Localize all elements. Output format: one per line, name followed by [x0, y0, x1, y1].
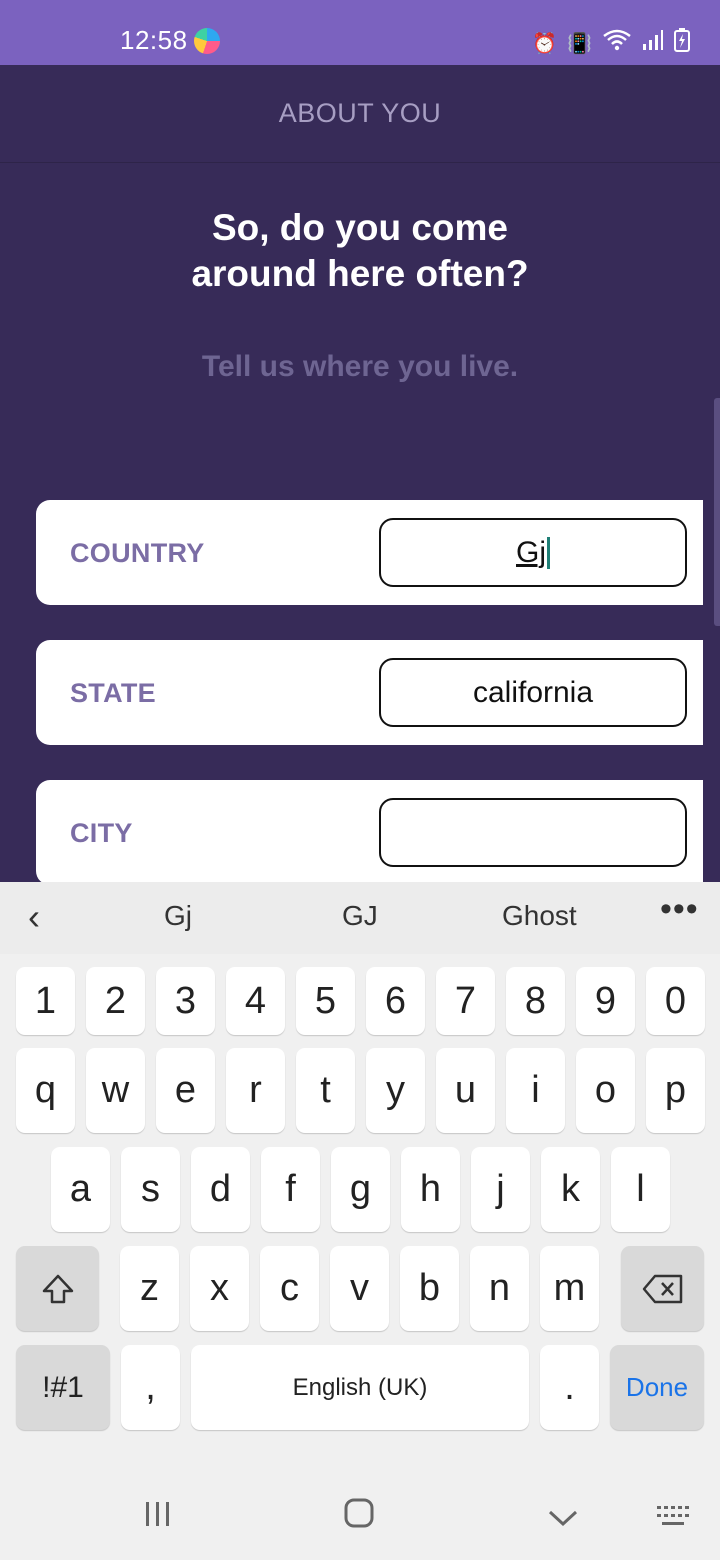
status-bar: 12:58 ⏰ 📳 [0, 0, 720, 65]
page-title: ABOUT YOU [278, 98, 442, 128]
letter-key-0[interactable]: a [51, 1147, 110, 1232]
letter-key-7[interactable]: k [541, 1147, 600, 1232]
signal-icon [642, 29, 664, 58]
number-key-7[interactable]: 8 [506, 967, 565, 1035]
state-input[interactable]: california [379, 658, 687, 727]
country-input[interactable]: Gj [379, 518, 687, 587]
letter-key-4[interactable]: g [331, 1147, 390, 1232]
city-label: CITY [70, 818, 133, 848]
letter-key-3[interactable]: v [330, 1246, 389, 1331]
letter-key-8[interactable]: l [611, 1147, 670, 1232]
letter-key-6[interactable]: u [436, 1048, 495, 1133]
letter-key-5[interactable]: h [401, 1147, 460, 1232]
battery-icon [674, 28, 690, 59]
page-header: ABOUT YOU [0, 65, 720, 163]
state-label: STATE [70, 678, 156, 708]
letter-key-3[interactable]: r [226, 1048, 285, 1133]
letter-key-5[interactable]: n [470, 1246, 529, 1331]
status-icons: ⏰ 📳 [532, 28, 690, 59]
letter-key-4[interactable]: b [400, 1246, 459, 1331]
number-key-0[interactable]: 1 [16, 967, 75, 1035]
system-nav-bar [0, 1470, 720, 1560]
headline-line-2: around here often? [191, 253, 529, 294]
period-key[interactable]: . [540, 1345, 599, 1430]
letter-key-2[interactable]: c [260, 1246, 319, 1331]
letter-key-1[interactable]: w [86, 1048, 145, 1133]
chevron-left-icon[interactable]: ‹ [28, 896, 40, 938]
number-key-3[interactable]: 4 [226, 967, 285, 1035]
letter-key-5[interactable]: y [366, 1048, 425, 1133]
symbols-key[interactable]: !#1 [16, 1345, 110, 1430]
country-label: COUNTRY [70, 538, 205, 568]
recent-apps-icon[interactable] [144, 1498, 172, 1537]
space-key[interactable]: English (UK) [191, 1345, 529, 1430]
letter-key-6[interactable]: m [540, 1246, 599, 1331]
suggestion-bar: ‹ Gj GJ Ghost ••• [0, 882, 720, 954]
comma-key[interactable]: , [121, 1345, 180, 1430]
city-field-card: CITY [36, 780, 703, 885]
number-key-6[interactable]: 7 [436, 967, 495, 1035]
scroll-indicator[interactable] [714, 398, 720, 626]
letter-key-2[interactable]: e [156, 1048, 215, 1133]
backspace-key[interactable] [621, 1246, 704, 1331]
letter-key-2[interactable]: d [191, 1147, 250, 1232]
subtitle: Tell us where you live. [201, 350, 519, 383]
text-caret [547, 536, 550, 569]
number-key-1[interactable]: 2 [86, 967, 145, 1035]
home-icon[interactable] [344, 1498, 374, 1537]
soft-keyboard: ‹ Gj GJ Ghost ••• 1234567890 qwertyuiop … [0, 882, 720, 1560]
done-key[interactable]: Done [610, 1345, 704, 1430]
keyboard-icon[interactable] [656, 1498, 690, 1537]
letter-key-6[interactable]: j [471, 1147, 530, 1232]
letter-key-9[interactable]: p [646, 1048, 705, 1133]
headline-line-1: So, do you come [211, 207, 509, 248]
app-notification-icon [194, 28, 220, 54]
letter-key-1[interactable]: s [121, 1147, 180, 1232]
shift-key[interactable] [16, 1246, 99, 1331]
letter-key-1[interactable]: x [190, 1246, 249, 1331]
city-input[interactable] [379, 798, 687, 867]
chevron-down-icon[interactable] [548, 1498, 578, 1537]
more-options-icon[interactable]: ••• [660, 890, 699, 929]
alarm-icon: ⏰ [532, 32, 558, 55]
backspace-icon [642, 1274, 682, 1303]
letter-key-8[interactable]: o [576, 1048, 635, 1133]
number-key-4[interactable]: 5 [296, 967, 355, 1035]
number-key-5[interactable]: 6 [366, 967, 425, 1035]
number-key-2[interactable]: 3 [156, 967, 215, 1035]
number-key-9[interactable]: 0 [646, 967, 705, 1035]
suggestion-3[interactable]: Ghost [502, 900, 577, 932]
state-field-card: STATE california [36, 640, 703, 745]
letter-key-7[interactable]: i [506, 1048, 565, 1133]
vibrate-icon: 📳 [567, 32, 592, 55]
status-time: 12:58 [120, 25, 188, 55]
suggestion-2[interactable]: GJ [342, 900, 378, 932]
headline: So, do you come around here often? [0, 205, 720, 297]
state-input-value: california [472, 675, 594, 709]
number-key-8[interactable]: 9 [576, 967, 635, 1035]
country-input-value: Gj [516, 535, 546, 569]
letter-key-4[interactable]: t [296, 1048, 355, 1133]
wifi-icon [602, 28, 632, 59]
letter-key-0[interactable]: q [16, 1048, 75, 1133]
country-field-card: COUNTRY Gj [36, 500, 703, 605]
suggestion-1[interactable]: Gj [164, 900, 192, 932]
letter-key-0[interactable]: z [120, 1246, 179, 1331]
letter-key-3[interactable]: f [261, 1147, 320, 1232]
shift-icon [42, 1274, 73, 1303]
